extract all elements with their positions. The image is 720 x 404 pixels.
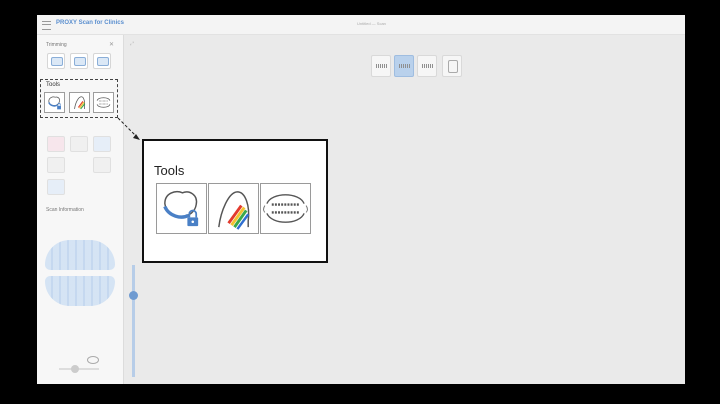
bite-alignment-tool-button[interactable] [93,92,114,113]
expand-icon[interactable]: ⤢ [130,41,134,47]
vertical-slider-track[interactable] [132,265,135,377]
vertical-slider-handle[interactable] [129,291,138,300]
trim-button-1[interactable] [47,53,65,69]
color-texture-tool-button-large[interactable] [208,183,259,234]
opacity-slider-handle[interactable] [71,365,79,373]
bite-arch-icon [262,194,309,223]
lock-region-tool-button[interactable] [44,92,65,113]
faded-tool-3[interactable] [93,136,111,152]
lock-region-tool-button-large[interactable] [156,183,207,234]
color-texture-tool-button[interactable] [69,92,90,113]
faded-tool-1[interactable] [47,136,65,152]
teeth-row-icon [399,64,410,68]
tools-section-title: Tools [46,82,61,88]
arch-icon [97,57,109,66]
close-icon[interactable]: ✕ [109,41,114,48]
file-name: Untitled — Scan [357,21,386,26]
upper-arch-preview[interactable] [45,240,115,270]
trim-button-3[interactable] [93,53,111,69]
view-button-check[interactable] [442,55,462,77]
view-button-upper[interactable] [371,55,391,77]
trimming-section-title: Trimming [46,42,67,48]
tooth-rainbow-icon [74,96,86,110]
faded-tool-4[interactable] [47,157,65,173]
app-title: PROXY Scan for Clinics [56,20,124,26]
tools-section-highlight: Tools [40,79,118,118]
trim-button-2[interactable] [70,53,88,69]
hamburger-menu-icon[interactable] [42,21,51,30]
faded-tool-6[interactable] [47,179,65,195]
eye-icon[interactable] [87,356,99,364]
arch-icon [51,57,63,66]
arch-icon [74,57,86,66]
scan-info-section-title: Scan Information [46,207,84,213]
faded-tool-5[interactable] [93,157,111,173]
title-bar: PROXY Scan for Clinics Untitled — Scan [37,15,685,35]
faded-tool-2[interactable] [70,136,88,152]
bite-arch-icon [96,97,111,108]
tools-callout: Tools [142,139,328,263]
view-button-both[interactable] [394,55,414,77]
application-window: PROXY Scan for Clinics Untitled — Scan T… [37,15,685,384]
teeth-row-icon [376,64,387,68]
sidebar: Trimming ✕ Tools Scan Information [37,35,124,384]
view-button-lower[interactable] [417,55,437,77]
opacity-slider-track[interactable] [59,368,99,370]
checklist-icon [448,60,458,73]
bite-alignment-tool-button-large[interactable] [260,183,311,234]
callout-title: Tools [154,163,185,178]
tooth-lock-icon [163,191,199,227]
tooth-lock-icon [48,96,61,110]
teeth-row-icon [422,64,433,68]
tooth-rainbow-icon [218,191,250,230]
lower-arch-preview[interactable] [45,276,115,306]
